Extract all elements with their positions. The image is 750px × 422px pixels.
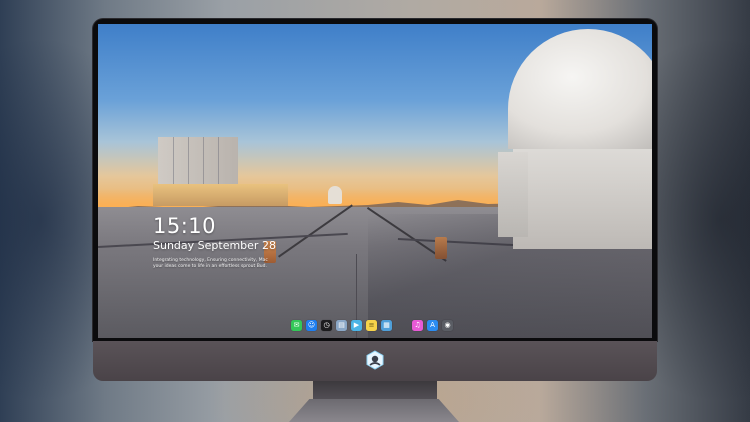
lockscreen-date: Sunday September 28 — [153, 239, 276, 252]
lockscreen-time: 15:10 — [153, 214, 217, 238]
wallpaper-dome-side — [498, 152, 528, 237]
monitor-chin — [93, 341, 657, 381]
clock-icon[interactable]: ◷ — [321, 320, 332, 331]
imac-monitor: 15:10 Sunday September 28 Integrating te… — [93, 19, 657, 381]
dock: ✉ ☺ ◷ ▤ ▶ ≡ ▦ ♫ A ◉ — [291, 320, 453, 331]
preview-icon[interactable]: ▤ — [336, 320, 347, 331]
itunes-icon[interactable]: ♫ — [412, 320, 423, 331]
brand-logo-icon — [366, 350, 384, 370]
wallpaper-building-base — [153, 184, 288, 206]
camera-icon[interactable]: ◉ — [442, 320, 453, 331]
monitor-stand-base — [289, 399, 459, 422]
app-store-icon[interactable]: A — [427, 320, 438, 331]
notes-icon[interactable]: ≡ — [366, 320, 377, 331]
wallpaper-small-dome — [328, 186, 342, 204]
monitor-bezel: 15:10 Sunday September 28 Integrating te… — [93, 19, 657, 341]
lockscreen-tagline: Integrating technology, Ensuring connect… — [153, 258, 268, 269]
finder-icon[interactable]: ☺ — [306, 320, 317, 331]
video-editor-icon[interactable]: ▶ — [351, 320, 362, 331]
messages-icon[interactable]: ✉ — [291, 320, 302, 331]
wallpaper-building — [158, 137, 238, 187]
lock-screen[interactable]: 15:10 Sunday September 28 Integrating te… — [98, 24, 652, 338]
photos-icon[interactable]: ▦ — [381, 320, 392, 331]
